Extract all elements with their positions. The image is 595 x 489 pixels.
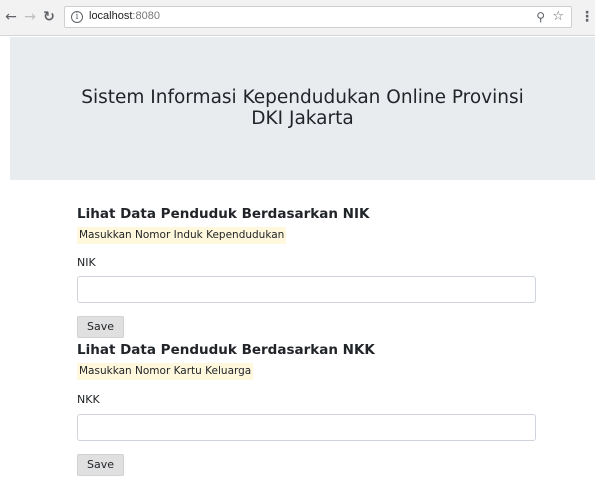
url-host: localhost <box>89 10 133 22</box>
form-nkk-hint: Masukkan Nomor Kartu Keluarga <box>77 363 254 380</box>
form-nik: Lihat Data Penduduk Berdasarkan NIK Masu… <box>77 206 536 244</box>
form-nkk: Lihat Data Penduduk Berdasarkan NKK Masu… <box>77 342 536 380</box>
info-icon[interactable]: i <box>71 11 83 23</box>
header-jumbotron: Sistem Informasi Kependudukan Online Pro… <box>10 37 595 180</box>
back-arrow-icon[interactable]: ← <box>3 9 19 25</box>
form-nkk-heading: Lihat Data Penduduk Berdasarkan NKK <box>77 342 375 358</box>
address-bar[interactable]: i localhost:8080 ⚲ ☆ <box>64 6 572 28</box>
nkk-input[interactable] <box>77 414 536 441</box>
form-nik-hint: Masukkan Nomor Induk Kependudukan <box>77 227 287 244</box>
page-title-line2: DKI Jakarta <box>251 108 354 129</box>
browser-toolbar: ← → ↻ i localhost:8080 ⚲ ☆ ⋮ <box>0 0 595 36</box>
page-title: Sistem Informasi Kependudukan Online Pro… <box>10 87 595 129</box>
nik-label: NIK <box>77 256 96 269</box>
nik-input[interactable] <box>77 276 536 303</box>
zoom-icon[interactable]: ⚲ <box>536 10 545 24</box>
form-nik-heading: Lihat Data Penduduk Berdasarkan NIK <box>77 206 370 222</box>
reload-icon[interactable]: ↻ <box>41 9 57 25</box>
page-title-line1: Sistem Informasi Kependudukan Online Pro… <box>81 87 524 108</box>
forward-arrow-icon[interactable]: → <box>22 9 38 25</box>
kebab-menu-icon[interactable]: ⋮ <box>580 8 594 26</box>
star-icon[interactable]: ☆ <box>552 9 564 24</box>
url-text[interactable]: localhost:8080 <box>89 10 160 22</box>
url-port: :8080 <box>132 10 160 22</box>
save-nkk-button[interactable]: Save <box>77 454 125 476</box>
save-nik-button[interactable]: Save <box>77 316 125 338</box>
nkk-label: NKK <box>77 393 100 406</box>
